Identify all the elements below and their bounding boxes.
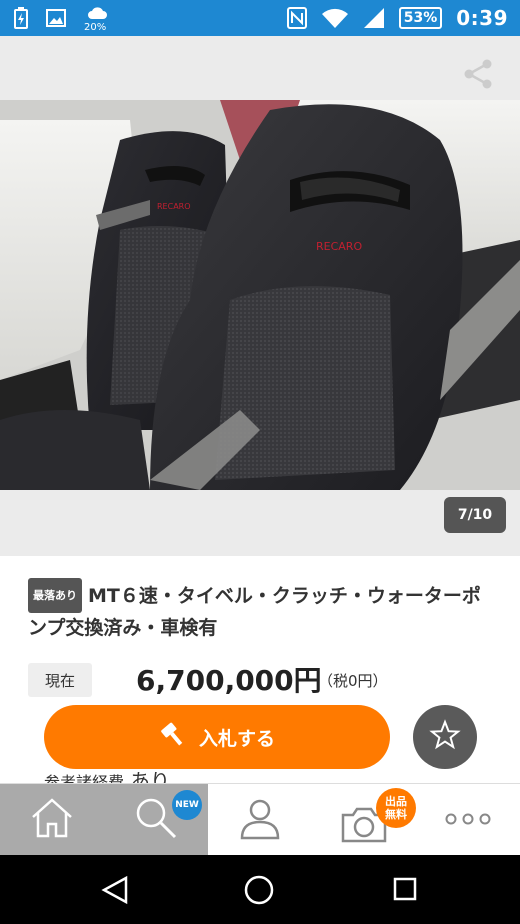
image-icon — [46, 9, 66, 27]
bid-button-label: 入札する — [198, 727, 275, 750]
photo-gallery[interactable]: RECARO RECARO 7/10 — [0, 100, 520, 556]
reserve-price-tag: 最落あり — [28, 578, 82, 613]
nfc-icon — [286, 7, 307, 29]
system-nav-bar — [0, 855, 520, 924]
tax-amount: （税0円） — [318, 672, 388, 690]
current-price: 6,700,000円 — [136, 664, 322, 697]
tab-sell[interactable]: 出品 無料 — [312, 784, 416, 856]
bottom-tab-bar: NEW 出品 無料 — [0, 783, 520, 856]
tab-home[interactable] — [0, 784, 104, 856]
current-price-label: 現在 — [28, 663, 92, 697]
watchlist-button[interactable] — [413, 705, 477, 769]
charging-battery-icon — [14, 7, 28, 29]
gavel-icon — [159, 721, 187, 754]
listing-photo[interactable]: RECARO RECARO — [0, 100, 520, 490]
recaro-logo-left: RECARO — [157, 202, 191, 211]
listing-title-block: 最落あり MT６速・タイベル・クラッチ・ウォーターポンプ交換済み・車検有 — [28, 578, 498, 644]
weather-percent: 20% — [84, 22, 107, 33]
sell-badge-line1: 出品 — [385, 795, 407, 808]
screen: 20% 53% 0:39 RECARO RECARO 7/10 最落あり MT６… — [0, 0, 520, 924]
tab-search[interactable]: NEW — [104, 784, 208, 856]
weather-indicator: 20% — [84, 3, 112, 33]
recaro-logo-right: RECARO — [316, 240, 362, 253]
clock: 0:39 — [456, 6, 508, 30]
tab-more[interactable] — [416, 784, 520, 856]
recent-apps-icon[interactable] — [393, 877, 417, 905]
listing-title: 最落あり MT６速・タイベル・クラッチ・ウォーターポンプ交換済み・車検有 — [28, 578, 498, 644]
battery-indicator: 53% — [398, 7, 443, 29]
home-icon — [29, 797, 75, 843]
status-bar: 20% 53% 0:39 — [0, 0, 520, 36]
back-icon[interactable] — [100, 875, 130, 909]
app-header — [0, 36, 520, 100]
status-bar-right: 53% 0:39 — [286, 0, 508, 36]
tab-my-page[interactable] — [208, 784, 312, 856]
share-icon[interactable] — [462, 58, 494, 90]
listing-title-text: MT６速・タイベル・クラッチ・ウォーターポンプ交換済み・車検有 — [28, 585, 481, 639]
home-nav-icon[interactable] — [243, 874, 275, 910]
photo-counter: 7/10 — [444, 497, 506, 533]
sell-badge-line2: 無料 — [385, 808, 407, 821]
bid-button[interactable]: 入札する — [44, 705, 390, 769]
signal-icon — [363, 7, 385, 29]
wifi-icon — [321, 7, 349, 29]
status-bar-left: 20% — [14, 0, 112, 36]
star-icon — [429, 719, 461, 755]
more-icon — [445, 811, 491, 830]
new-badge: NEW — [172, 790, 202, 820]
user-icon — [238, 796, 282, 844]
free-listing-badge: 出品 無料 — [376, 788, 416, 828]
